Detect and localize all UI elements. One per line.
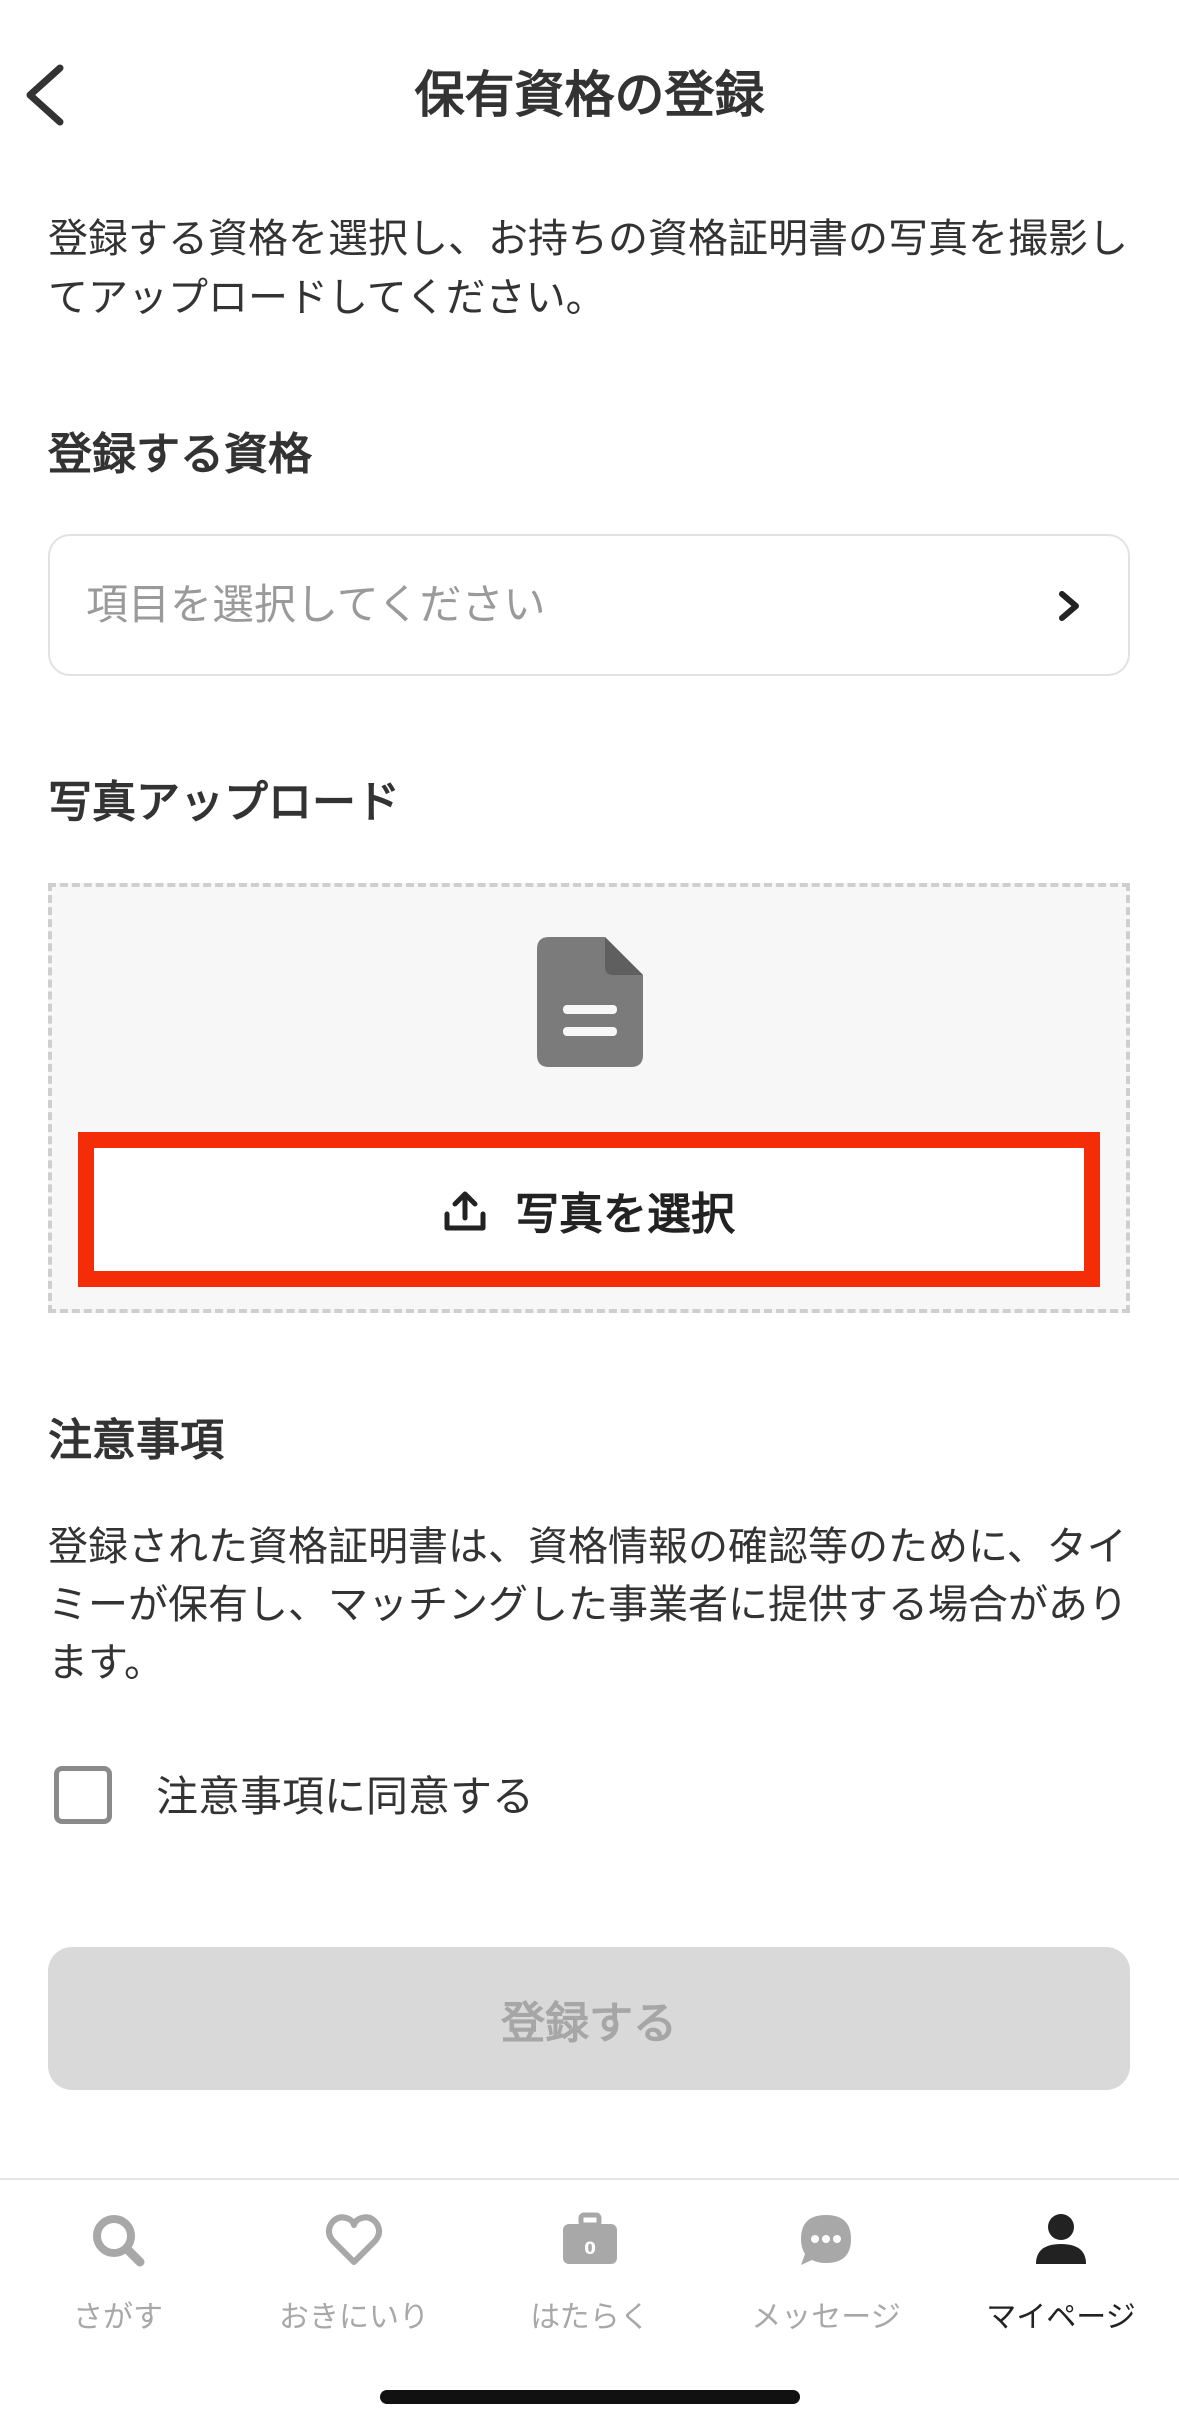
search-icon bbox=[93, 2215, 145, 2267]
document-icon bbox=[537, 937, 643, 1067]
agree-label: 注意事項に同意する bbox=[156, 1772, 535, 1821]
photo-upload-area: 写真を選択 bbox=[48, 883, 1130, 1313]
submit-label: 登録する bbox=[501, 1997, 677, 2049]
choose-photo-button[interactable]: 写真を選択 bbox=[78, 1132, 1100, 1287]
photo-upload-label: 写真アップロード bbox=[48, 777, 400, 828]
page-title: 保有資格の登録 bbox=[414, 66, 765, 124]
notice-body: 登録された資格証明書は、資格情報の確認等のために、タイミーが保有し、マッチングし… bbox=[48, 1524, 1128, 1686]
briefcase-icon: 0 bbox=[563, 2212, 617, 2264]
intro-text: 登録する資格を選択し、お持ちの資格証明書の写真を撮影してアップロードしてください… bbox=[48, 216, 1128, 321]
person-icon bbox=[1036, 2214, 1086, 2264]
chat-bubble-icon bbox=[801, 2215, 851, 2265]
tab-label: はたらく bbox=[530, 2300, 650, 2335]
submit-button[interactable]: 登録する bbox=[48, 1947, 1130, 2090]
qualification-label: 登録する資格 bbox=[48, 429, 312, 480]
home-indicator[interactable] bbox=[380, 2390, 800, 2404]
tab-label: マイページ bbox=[986, 2300, 1136, 2335]
tab-work[interactable]: 0 はたらく bbox=[472, 2210, 708, 2340]
header: 保有資格の登録 bbox=[0, 40, 1179, 150]
tab-label: メッセージ bbox=[751, 2300, 901, 2335]
tab-label: おきにいり bbox=[279, 2300, 429, 2335]
heart-icon bbox=[325, 2214, 383, 2265]
notice-heading: 注意事項 bbox=[48, 1415, 224, 1466]
upload-icon bbox=[444, 1191, 486, 1230]
qualification-select[interactable]: 項目を選択してください bbox=[48, 534, 1130, 676]
work-badge: 0 bbox=[584, 2239, 596, 2259]
qualification-placeholder: 項目を選択してください bbox=[86, 580, 546, 629]
chevron-right-icon bbox=[1059, 591, 1079, 621]
tab-mypage[interactable]: マイページ bbox=[943, 2210, 1179, 2340]
tab-messages[interactable]: メッセージ bbox=[708, 2210, 944, 2340]
tab-search[interactable]: さがす bbox=[0, 2210, 236, 2340]
agree-checkbox[interactable] bbox=[54, 1766, 112, 1824]
tab-favorites[interactable]: おきにいり bbox=[236, 2210, 472, 2340]
choose-photo-label: 写真を選択 bbox=[515, 1188, 735, 1240]
tab-label: さがす bbox=[73, 2300, 163, 2335]
